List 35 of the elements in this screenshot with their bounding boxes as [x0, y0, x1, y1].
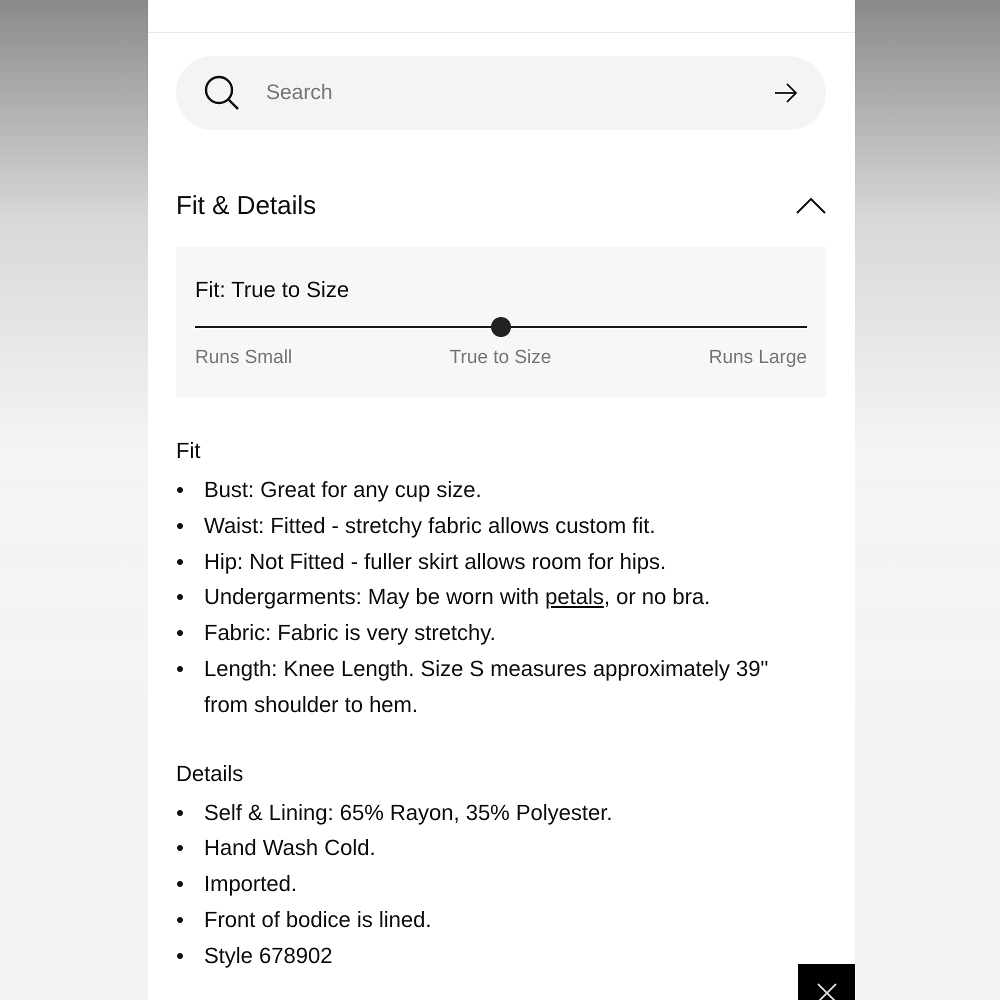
- list-item-text: Waist: Fitted - stretchy fabric allows custom fit.: [204, 512, 656, 540]
- section-header[interactable]: Fit & Details: [176, 185, 826, 225]
- bullet-icon: [177, 594, 183, 600]
- list-item-text: Hip: Not Fitted - fuller skirt allows room for hips.: [204, 548, 666, 576]
- list-item-text: Front of bodice is lined.: [204, 906, 432, 934]
- list-item-text: Hand Wash Cold.: [204, 834, 376, 862]
- arrow-right-icon[interactable]: [774, 83, 798, 103]
- bullet-icon: [177, 630, 183, 636]
- bullet-icon: [177, 952, 183, 959]
- list-item-text: Imported.: [204, 870, 297, 898]
- bullet-icon: [177, 522, 183, 529]
- chevron-up-icon: [796, 196, 826, 214]
- bullet-icon: [177, 845, 183, 852]
- scale-label: True to Size: [450, 347, 552, 369]
- bullet-icon: [177, 558, 183, 565]
- list-item-text: Fabric: Fabric is very stretchy.: [204, 619, 496, 648]
- scale-label: Runs Large: [708, 347, 807, 369]
- bullet-icon: [177, 666, 183, 672]
- fit-label: Fit: True to Size: [195, 277, 350, 303]
- bullet-icon: [177, 916, 183, 923]
- scale-label: Runs Small: [195, 347, 292, 369]
- list-item-text: Undergarments: May be worn with petals, or no bra.: [204, 583, 710, 612]
- list-item-text: Self & Lining: 65% Rayon, 35% Polyester.: [204, 798, 612, 827]
- close-icon: [816, 982, 838, 1000]
- list-item-text: Style 678902: [204, 942, 332, 970]
- petals-link[interactable]: petals: [545, 584, 604, 610]
- bullet-icon: [177, 487, 183, 493]
- search-field[interactable]: Search: [176, 56, 826, 130]
- bullet-icon: [177, 810, 183, 816]
- bullet-icon: [177, 881, 183, 888]
- search-icon: [204, 75, 240, 111]
- group-heading: Fit: [176, 438, 202, 464]
- group-heading: Details: [176, 760, 244, 787]
- list-item-text: Length: Knee Length. Size S measures approximately 39" from shoulder to hem.: [204, 654, 770, 719]
- list-item-text: Bust: Great for any cup size.: [204, 476, 482, 504]
